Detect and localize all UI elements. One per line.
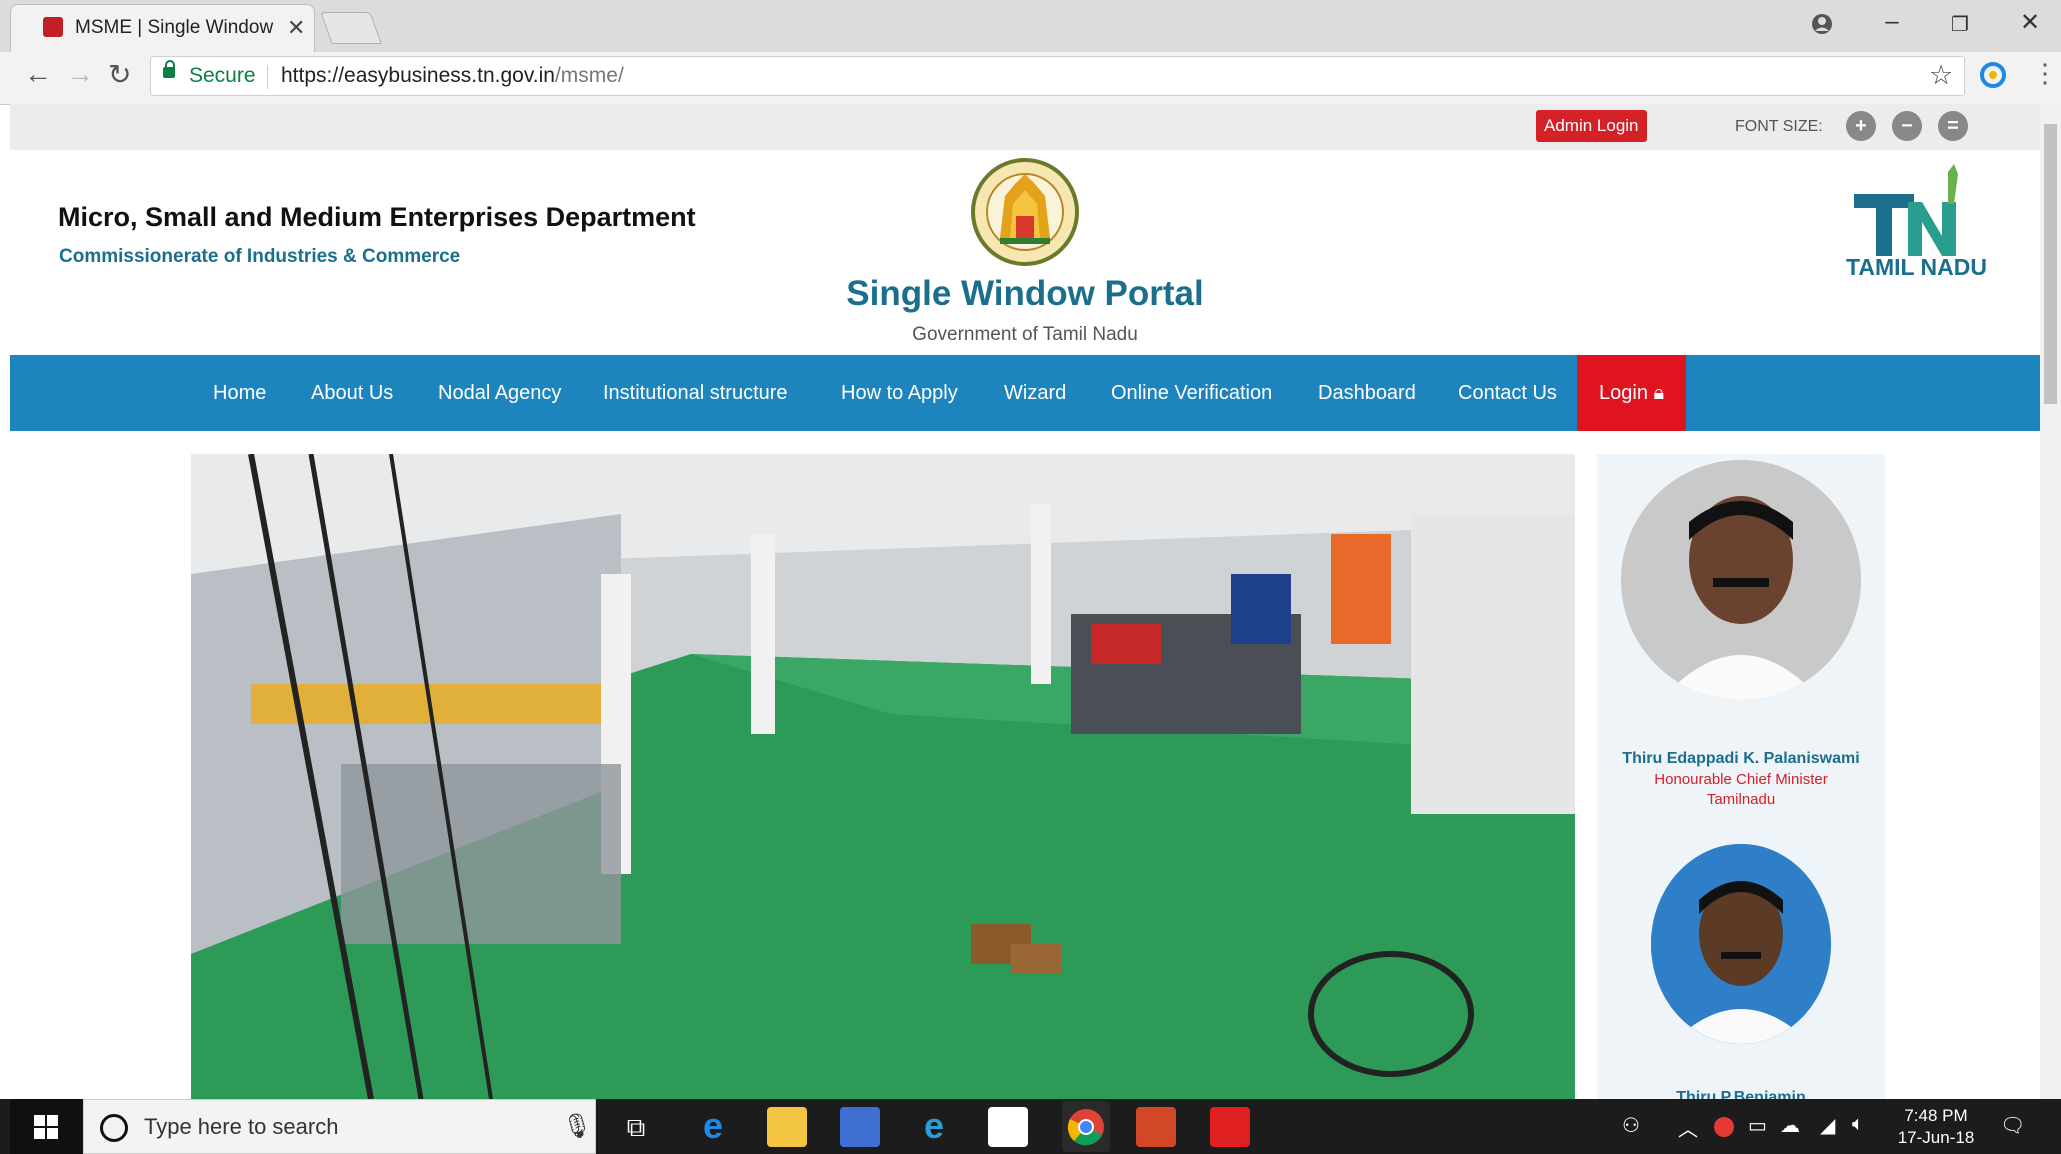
show-hidden-icons[interactable]: ︿ xyxy=(1678,1113,1698,1142)
nav-login[interactable]: Login 🔒︎ xyxy=(1577,355,1687,431)
favicon-icon xyxy=(43,17,63,37)
tn-logo-text: TAMIL NADU xyxy=(1846,254,1987,280)
minister-name: Thiru P.Benjamin xyxy=(1676,1089,1806,1099)
windows-taskbar: Type here to search 🎙︎ ⧉ e e ⚇ ︿ ▭ ☁ ◢ 🔈… xyxy=(0,1099,2061,1154)
nav-nodal-agency[interactable]: Nodal Agency xyxy=(438,355,561,431)
state-emblem xyxy=(971,158,1079,266)
portal-title: Single Window Portal xyxy=(846,274,1204,313)
nav-wizard[interactable]: Wizard xyxy=(1004,355,1066,431)
profile-icon[interactable] xyxy=(1810,12,1834,36)
antivirus-icon[interactable] xyxy=(1714,1117,1734,1137)
font-reset-button[interactable]: = xyxy=(1938,111,1968,141)
lock-icon: 🔒︎ xyxy=(1653,382,1665,404)
chief-minister-state: Tamilnadu xyxy=(1706,791,1776,808)
font-increase-button[interactable]: + xyxy=(1846,111,1876,141)
clock-time: 7:48 PM xyxy=(1904,1106,1968,1125)
action-center-icon[interactable]: 🗨︎ xyxy=(2000,1113,2025,1138)
tab-title: MSME | Single Window xyxy=(75,17,274,38)
chief-minister-photo xyxy=(1621,460,1861,700)
restore-icon[interactable]: ❐ xyxy=(1940,12,1980,37)
window-close-icon[interactable]: ✕ xyxy=(2010,8,2050,37)
acrobat-icon[interactable] xyxy=(1210,1107,1250,1147)
windows-logo-icon xyxy=(34,1115,58,1139)
web-page: Admin Login FONT SIZE: + − = Micro, Smal… xyxy=(10,104,2040,1099)
tn-logo-mark xyxy=(1854,164,1958,256)
new-tab-button[interactable] xyxy=(320,12,382,44)
dignitaries-panel: Thiru Edappadi K. Palaniswami Honourable… xyxy=(1597,454,1885,1099)
cloud-sync-icon[interactable]: ☁ xyxy=(1780,1113,1800,1138)
browser-tab[interactable]: MSME | Single Window ✕ xyxy=(10,4,315,52)
minister-photo xyxy=(1651,844,1831,1044)
cortana-icon xyxy=(100,1114,128,1142)
menu-icon[interactable]: ⋮ xyxy=(2032,58,2058,89)
chrome-icon[interactable] xyxy=(1066,1107,1106,1147)
chief-minister-name: Thiru Edappadi K. Palaniswami xyxy=(1622,750,1860,767)
nav-online-verification[interactable]: Online Verification xyxy=(1111,355,1272,431)
clock-date: 17-Jun-18 xyxy=(1897,1128,1975,1147)
search-placeholder: Type here to search xyxy=(144,1114,339,1139)
task-view-icon[interactable]: ⧉ xyxy=(616,1107,656,1147)
file-explorer-icon[interactable] xyxy=(767,1107,807,1147)
microphone-icon[interactable]: 🎙︎ xyxy=(562,1112,592,1141)
department-title: Micro, Small and Medium Enterprises Depa… xyxy=(58,202,696,232)
system-clock[interactable]: 7:48 PM 17-Jun-18 xyxy=(1896,1105,1976,1149)
admin-login-button[interactable]: Admin Login xyxy=(1536,110,1647,142)
tamil-nadu-logo: TAMIL NADU xyxy=(1830,164,2020,314)
security-label: Secure xyxy=(189,64,256,87)
nav-dashboard[interactable]: Dashboard xyxy=(1318,355,1416,431)
nav-how-to-apply[interactable]: How to Apply xyxy=(841,355,958,431)
chief-minister-role: Honourable Chief Minister xyxy=(1654,771,1828,788)
browser-tab-bar: MSME | Single Window ✕ – ❐ ✕ xyxy=(0,0,2061,52)
battery-icon[interactable]: ▭ xyxy=(1748,1113,1767,1138)
store-icon[interactable] xyxy=(840,1107,880,1147)
nav-institutional-structure[interactable]: Institutional structure xyxy=(603,355,788,431)
font-size-label: FONT SIZE: xyxy=(1735,118,1823,135)
person-photo-icon xyxy=(1651,844,1831,1044)
nav-about-us[interactable]: About Us xyxy=(311,355,393,431)
nav-home[interactable]: Home xyxy=(213,355,266,431)
taskbar-search-box[interactable]: Type here to search 🎙︎ xyxy=(83,1099,596,1154)
close-tab-icon[interactable]: ✕ xyxy=(287,15,305,41)
url-text: https://easybusiness.tn.gov.in/msme/ xyxy=(281,64,624,88)
mail-icon[interactable] xyxy=(988,1107,1028,1147)
reload-icon[interactable]: ↻ xyxy=(108,58,131,91)
main-navigation: Home About Us Nodal Agency Institutional… xyxy=(10,355,2040,431)
forward-icon[interactable]: → xyxy=(66,58,94,90)
minimize-icon[interactable]: – xyxy=(1872,8,1912,36)
login-label: Login xyxy=(1599,382,1648,404)
scrollbar-thumb[interactable] xyxy=(2044,124,2057,404)
people-icon[interactable]: ⚇ xyxy=(1622,1113,1640,1138)
url-field[interactable]: Secure https://easybusiness.tn.gov.in/ms… xyxy=(150,56,1965,96)
edge-browser-icon[interactable]: e xyxy=(693,1107,733,1147)
internet-explorer-icon[interactable]: e xyxy=(914,1107,954,1147)
person-photo-icon xyxy=(1621,460,1861,700)
back-icon[interactable]: ← xyxy=(24,58,52,90)
volume-mute-icon[interactable]: 🔈︎ xyxy=(1852,1113,1864,1136)
start-button[interactable] xyxy=(10,1099,82,1154)
powerpoint-icon[interactable] xyxy=(1136,1107,1176,1147)
government-subtitle: Government of Tamil Nadu xyxy=(912,324,1138,345)
wifi-icon[interactable]: ◢ xyxy=(1820,1113,1835,1138)
bookmark-star-icon[interactable]: ☆ xyxy=(1929,60,1953,91)
lock-icon xyxy=(163,60,175,78)
nav-contact-us[interactable]: Contact Us xyxy=(1458,355,1557,431)
commissionerate-subtitle: Commissionerate of Industries & Commerce xyxy=(59,246,461,267)
factory-hero-image xyxy=(191,454,1575,1099)
utility-strip: Admin Login FONT SIZE: + − = xyxy=(10,104,2040,150)
divider xyxy=(267,65,268,89)
url-path: /msme/ xyxy=(554,64,624,87)
url-base: https://easybusiness.tn.gov.in xyxy=(281,64,555,87)
font-decrease-button[interactable]: − xyxy=(1892,111,1922,141)
extension-icon[interactable] xyxy=(1980,62,2006,88)
